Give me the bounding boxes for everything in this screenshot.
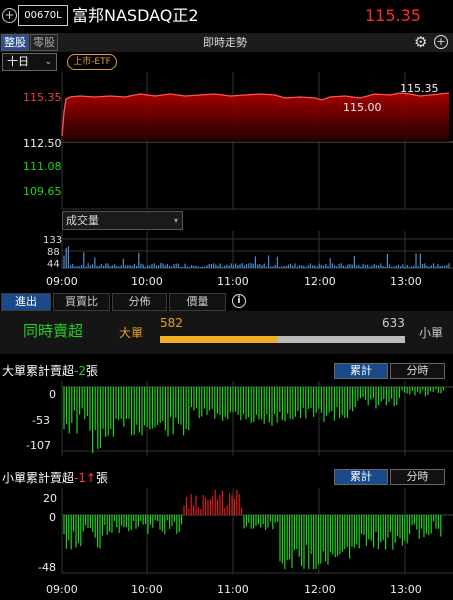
big-cumulative-chart: 0 -53 -107 bbox=[26, 381, 453, 456]
small-y-label: 0 bbox=[49, 511, 56, 524]
time-label: 13:00 bbox=[390, 275, 422, 288]
time-label: 10:00 bbox=[131, 275, 163, 288]
high-price-annotation: 115.35 bbox=[400, 82, 439, 95]
tab-price-volume[interactable]: 價量 bbox=[169, 293, 226, 311]
small-y-label: -48 bbox=[38, 561, 56, 574]
big-cumulative-unit: 張 bbox=[85, 364, 98, 378]
time-label: 12:00 bbox=[304, 275, 336, 288]
small-y-label: 20 bbox=[43, 492, 57, 505]
period-select-value: 十日 bbox=[7, 55, 29, 68]
add-circle-icon[interactable]: + bbox=[434, 35, 448, 49]
tab-whole-lot[interactable]: 整股 bbox=[1, 34, 29, 51]
small-cumulative-value: -1 bbox=[74, 471, 86, 485]
volume-bars bbox=[63, 246, 450, 268]
time-label: 11:00 bbox=[217, 275, 249, 288]
price-chart: 115.35 112.50 111.08 109.65 115.35 115.0… bbox=[23, 72, 453, 210]
volume-chart: 133 88 44 bbox=[43, 231, 453, 270]
small-seg-cumulative[interactable]: 累計 bbox=[334, 469, 388, 485]
time-label: 10:00 bbox=[131, 583, 163, 596]
chart-toolbar: 整股 零股 即時走勢 ⚙ + bbox=[0, 33, 453, 52]
y-label-low1: 111.08 bbox=[23, 160, 62, 173]
big-order-value: 582 bbox=[160, 316, 183, 330]
time-label: 09:00 bbox=[46, 583, 78, 596]
small-cumulative-title-text: 小單累計賣超 bbox=[2, 471, 75, 485]
gear-icon[interactable]: ⚙ bbox=[414, 33, 427, 51]
vol-y-label: 44 bbox=[47, 259, 60, 270]
big-y-label: -53 bbox=[32, 414, 50, 427]
chevron-down-icon: ⌄ bbox=[44, 57, 52, 67]
order-ratio-fill bbox=[160, 336, 278, 343]
tab-in-out[interactable]: 進出 bbox=[1, 293, 51, 311]
small-seg-period[interactable]: 分時 bbox=[390, 469, 445, 485]
small-cumulative-title: 小單累計賣超-1↑張 bbox=[2, 471, 108, 485]
time-label: 09:00 bbox=[46, 275, 78, 288]
order-size-summary: 同時賣超 大單 582 633 小單 bbox=[0, 311, 453, 354]
order-ratio-bar bbox=[160, 336, 405, 343]
stock-name: 富邦NASDAQ正2 bbox=[72, 6, 199, 25]
big-y-label: 0 bbox=[49, 388, 56, 401]
small-cumulative-chart: 20 0 -48 bbox=[38, 488, 453, 574]
tab-odd-lot[interactable]: 零股 bbox=[30, 34, 58, 51]
vol-y-label: 133 bbox=[43, 235, 62, 246]
big-cumulative-bars bbox=[63, 387, 445, 454]
big-y-label: -107 bbox=[26, 439, 51, 452]
y-label-high: 115.35 bbox=[23, 91, 62, 104]
y-label-low2: 109.65 bbox=[23, 185, 62, 198]
big-cumulative-title-text: 大單累計賣超 bbox=[2, 364, 75, 378]
arrow-up-icon: ↑ bbox=[85, 471, 97, 485]
indicator-select[interactable]: 成交量 ▾ bbox=[62, 211, 183, 230]
big-seg-period[interactable]: 分時 bbox=[390, 363, 445, 379]
period-select[interactable]: 十日 ⌄ bbox=[2, 53, 57, 71]
time-label: 12:00 bbox=[304, 583, 336, 596]
big-cumulative-value: -2 bbox=[74, 364, 86, 378]
stock-code-input[interactable]: 00670L bbox=[18, 5, 68, 26]
vol-y-label: 88 bbox=[47, 247, 60, 258]
mid-price-annotation: 115.00 bbox=[343, 101, 382, 114]
info-icon[interactable]: i bbox=[232, 294, 246, 308]
small-order-label: 小單 bbox=[419, 326, 444, 340]
summary-status: 同時賣超 bbox=[23, 322, 84, 340]
header-bar: + 00670L 富邦NASDAQ正2 115.35 bbox=[0, 0, 453, 32]
add-watchlist-icon[interactable]: + bbox=[2, 8, 17, 23]
big-cumulative-title: 大單累計賣超-2張 bbox=[2, 364, 98, 378]
small-cumulative-bars bbox=[63, 489, 442, 570]
chart-title: 即時走勢 bbox=[203, 36, 247, 49]
small-order-value: 633 bbox=[382, 316, 405, 330]
time-label: 11:00 bbox=[217, 583, 249, 596]
indicator-select-value: 成交量 bbox=[66, 214, 99, 227]
time-label: 13:00 bbox=[390, 583, 422, 596]
tab-buy-sell-ratio[interactable]: 買賣比 bbox=[53, 293, 110, 311]
y-label-ref: 112.50 bbox=[23, 137, 62, 150]
big-seg-cumulative[interactable]: 累計 bbox=[334, 363, 388, 379]
tab-distribution[interactable]: 分佈 bbox=[112, 293, 167, 311]
small-cumulative-unit: 張 bbox=[96, 471, 109, 485]
price-area bbox=[62, 93, 449, 142]
market-type-badge: 上市-ETF bbox=[67, 54, 117, 70]
chevron-down-icon: ▾ bbox=[173, 216, 178, 225]
big-order-label: 大單 bbox=[119, 326, 144, 340]
last-price: 115.35 bbox=[365, 6, 421, 25]
